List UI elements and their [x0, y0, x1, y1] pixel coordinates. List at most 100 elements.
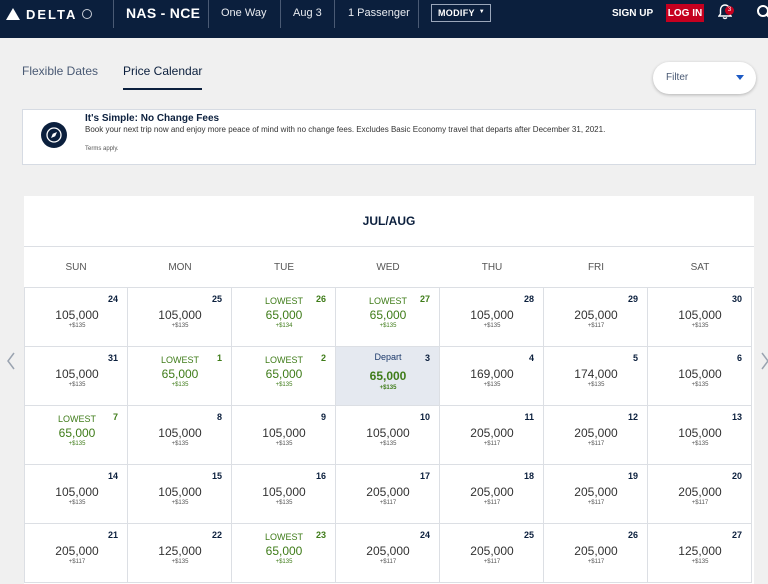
taxes-fees: +$117	[587, 500, 605, 506]
sign-up-link[interactable]: SIGN UP	[612, 8, 653, 19]
miles-price: 105,000	[366, 426, 410, 440]
day-number: 9	[320, 412, 326, 422]
weekday-label: SAT	[690, 262, 710, 273]
taxes-fees: +$117	[691, 500, 709, 506]
next-month-button[interactable]	[760, 352, 768, 370]
day-number: 30	[731, 294, 742, 304]
day-number: 10	[419, 412, 430, 422]
calendar-day-cell[interactable]: 28 105,000 +$135	[440, 288, 544, 347]
calendar-day-cell[interactable]: 24 205,000 +$117	[336, 524, 440, 583]
modify-label: MODIFY	[438, 8, 475, 18]
trip-type[interactable]: One Way	[221, 7, 266, 19]
calendar-day-cell[interactable]: 5 174,000 +$135	[544, 347, 648, 406]
calendar-day-cell[interactable]: 6 105,000 +$135	[648, 347, 752, 406]
taxes-fees: +$135	[68, 382, 86, 388]
miles-price: 205,000	[574, 308, 618, 322]
trip-date[interactable]: Aug 3	[293, 7, 322, 19]
miles-price: 65,000	[369, 369, 407, 383]
weekday-label: FRI	[587, 262, 605, 273]
calendar-day-cell[interactable]: 22 125,000 +$135	[128, 524, 232, 583]
calendar-day-cell[interactable]: 26 205,000 +$117	[544, 524, 648, 583]
taxes-fees: +$117	[483, 559, 501, 565]
lowest-badge: LOWEST	[264, 532, 303, 542]
calendar-day-cell[interactable]: 19 205,000 +$117	[544, 465, 648, 524]
calendar-day-cell[interactable]: 21 205,000 +$117	[24, 524, 128, 583]
calendar-day-cell[interactable]: 8 105,000 +$135	[128, 406, 232, 465]
calendar-day-cell[interactable]: 11 205,000 +$117	[440, 406, 544, 465]
log-in-button[interactable]: LOG IN	[666, 4, 704, 22]
calendar-day-cell[interactable]: 23 LOWEST 65,000 +$135	[232, 524, 336, 583]
day-number: 20	[731, 471, 742, 481]
taxes-fees: +$135	[691, 382, 709, 388]
taxes-fees: +$135	[171, 323, 189, 329]
calendar-day-cell[interactable]: 24 105,000 +$135	[24, 288, 128, 347]
miles-price: 105,000	[158, 485, 202, 499]
calendar-day-cell[interactable]: 2 LOWEST 65,000 +$135	[232, 347, 336, 406]
banner-body: Book your next trip now and enjoy more p…	[85, 125, 606, 134]
day-number: 13	[731, 412, 742, 422]
calendar-day-cell[interactable]: 14 105,000 +$135	[24, 465, 128, 524]
calendar-day-cell[interactable]: 30 105,000 +$135	[648, 288, 752, 347]
calendar-day-cell[interactable]: 12 205,000 +$117	[544, 406, 648, 465]
miles-price: 65,000	[161, 367, 199, 381]
calendar-month: JUL/AUG	[362, 214, 416, 228]
calendar-day-cell[interactable]: 26 LOWEST 65,000 +$134	[232, 288, 336, 347]
modify-button[interactable]: MODIFY ▼	[431, 4, 491, 22]
taxes-fees: +$117	[483, 500, 501, 506]
calendar-day-cell[interactable]: 9 105,000 +$135	[232, 406, 336, 465]
tab-price-calendar[interactable]: Price Calendar	[123, 64, 203, 90]
divider	[280, 0, 281, 28]
delta-logo[interactable]: DELTA	[6, 6, 93, 22]
terms-link[interactable]: Terms apply.	[85, 146, 119, 152]
calendar-day-cell[interactable]: 10 105,000 +$135	[336, 406, 440, 465]
calendar-day-cell[interactable]: 7 LOWEST 65,000 +$135	[24, 406, 128, 465]
chevron-right-icon	[761, 352, 768, 370]
taxes-fees: +$135	[275, 441, 293, 447]
day-number: 12	[627, 412, 638, 422]
chevron-down-icon	[736, 75, 744, 80]
filter-dropdown[interactable]: Filter	[653, 62, 756, 94]
taxes-fees: +$135	[691, 559, 709, 565]
calendar-day-cell[interactable]: 31 105,000 +$135	[24, 347, 128, 406]
miles-price: 105,000	[262, 485, 306, 499]
calendar-day-cell[interactable]: 20 205,000 +$117	[648, 465, 752, 524]
taxes-fees: +$134	[275, 323, 293, 329]
weekday-label: SUN	[65, 262, 87, 273]
calendar-day-cell[interactable]: 29 205,000 +$117	[544, 288, 648, 347]
calendar-day-cell[interactable]: 27 125,000 +$135	[648, 524, 752, 583]
taxes-fees: +$135	[691, 441, 709, 447]
calendar-day-cell[interactable]: 25 105,000 +$135	[128, 288, 232, 347]
calendar-day-cell[interactable]: 13 105,000 +$135	[648, 406, 752, 465]
route-text[interactable]: NAS - NCE	[126, 5, 200, 21]
divider	[208, 0, 209, 28]
day-number: 28	[523, 294, 534, 304]
passenger-count[interactable]: 1 Passenger	[348, 7, 410, 19]
search-button[interactable]	[755, 3, 768, 26]
calendar-day-cell[interactable]: 17 205,000 +$117	[336, 465, 440, 524]
taxes-fees: +$135	[691, 323, 709, 329]
divider	[113, 0, 114, 28]
filter-label: Filter	[666, 72, 689, 83]
calendar-day-cell[interactable]: 18 205,000 +$117	[440, 465, 544, 524]
tab-flexible-dates[interactable]: Flexible Dates	[22, 64, 98, 78]
calendar-day-cell[interactable]: 15 105,000 +$135	[128, 465, 232, 524]
calendar-day-cell[interactable]: 16 105,000 +$135	[232, 465, 336, 524]
day-number: 6	[736, 353, 742, 363]
previous-month-button[interactable]	[6, 352, 16, 370]
no-change-fees-banner: It's Simple: No Change Fees Book your ne…	[22, 109, 756, 165]
calendar-day-cell[interactable]: 4 169,000 +$135	[440, 347, 544, 406]
calendar-day-cell-selected[interactable]: 3 Depart 65,000 +$135	[336, 347, 440, 406]
taxes-fees: +$135	[379, 323, 397, 329]
day-number: 11	[524, 412, 534, 422]
calendar-day-cell[interactable]: 1 LOWEST 65,000 +$135	[128, 347, 232, 406]
notification-badge: 3	[725, 6, 734, 15]
miles-price: 105,000	[55, 485, 99, 499]
calendar-day-cell[interactable]: 25 205,000 +$117	[440, 524, 544, 583]
chevron-left-icon	[7, 352, 15, 370]
compass-icon	[41, 122, 67, 148]
weekday-label: WED	[376, 262, 400, 273]
calendar-day-cell[interactable]: 27 LOWEST 65,000 +$135	[336, 288, 440, 347]
taxes-fees: +$135	[68, 441, 86, 447]
lowest-badge: LOWEST	[264, 355, 303, 365]
day-number: 24	[107, 294, 118, 304]
